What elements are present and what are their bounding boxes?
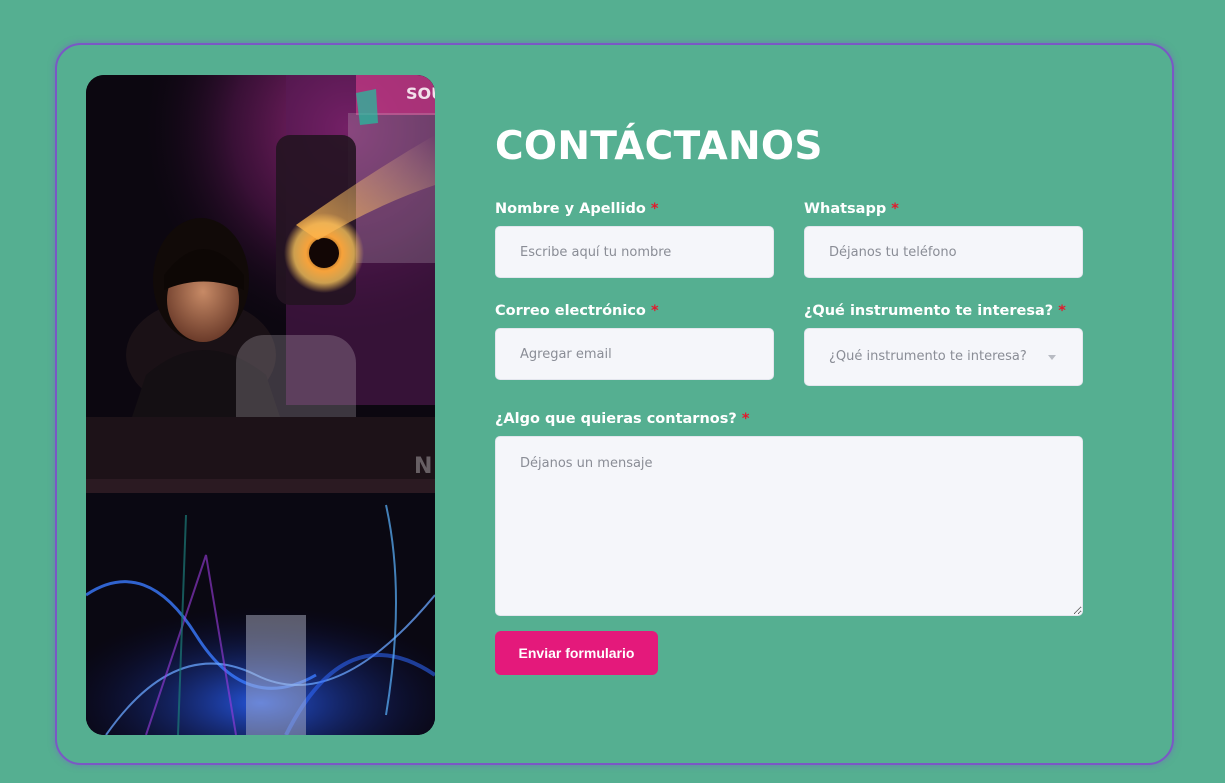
required-mark: *: [650, 303, 659, 319]
instrument-select[interactable]: ¿Qué instrumento te interesa?: [804, 328, 1083, 386]
instrument-label: ¿Qué instrumento te interesa? *: [804, 302, 1066, 320]
required-mark: *: [891, 201, 899, 217]
whatsapp-input[interactable]: [804, 226, 1083, 278]
whatsapp-label-text: Whatsapp: [804, 201, 887, 217]
instrument-label-text: ¿Qué instrumento te interesa?: [804, 303, 1054, 319]
message-label-text: ¿Algo que quieras contarnos?: [495, 411, 737, 427]
page-title: CONTÁCTANOS: [495, 124, 823, 169]
musician-photo-art: SOU N: [86, 75, 435, 735]
required-mark: *: [650, 201, 659, 217]
musician-photo: SOU N: [86, 75, 435, 735]
chevron-down-icon: [1048, 355, 1056, 360]
whatsapp-label: Whatsapp *: [804, 200, 899, 218]
keyboard-brand-text: N: [414, 454, 432, 479]
name-label: Nombre y Apellido *: [495, 200, 658, 218]
email-label-text: Correo electrónico: [495, 303, 646, 319]
email-input[interactable]: [495, 328, 774, 380]
message-label: ¿Algo que quieras contarnos? *: [495, 410, 749, 428]
speaker-logo-text: SOU: [406, 84, 435, 103]
submit-button[interactable]: Enviar formulario: [495, 631, 658, 675]
required-mark: *: [1058, 303, 1066, 319]
message-textarea[interactable]: [495, 436, 1083, 616]
instrument-select-value: ¿Qué instrumento te interesa?: [829, 349, 1027, 364]
name-label-text: Nombre y Apellido: [495, 201, 646, 217]
email-label: Correo electrónico *: [495, 302, 659, 320]
name-input[interactable]: [495, 226, 774, 278]
required-mark: *: [741, 411, 750, 427]
